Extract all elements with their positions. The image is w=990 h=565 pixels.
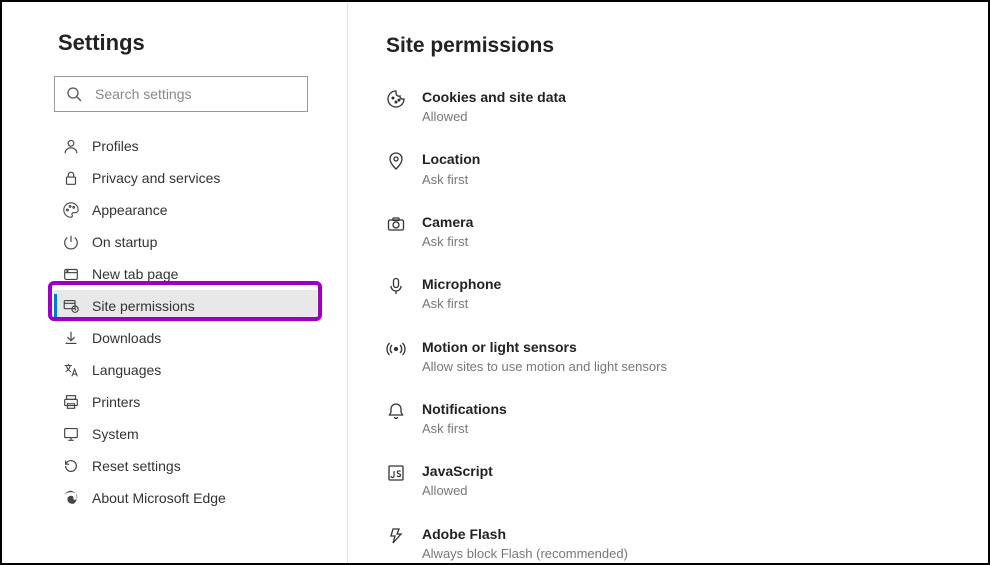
sidebar-item-site-permissions[interactable]: Site permissions bbox=[54, 290, 317, 322]
languages-icon bbox=[62, 361, 80, 379]
page-title: Site permissions bbox=[386, 34, 958, 58]
permission-title: Microphone bbox=[422, 275, 501, 293]
edge-icon bbox=[62, 489, 80, 507]
permission-title: JavaScript bbox=[422, 462, 493, 480]
camera-icon bbox=[386, 214, 406, 234]
sidebar-item-profiles[interactable]: Profiles bbox=[54, 130, 317, 162]
sidebar-item-label: Profiles bbox=[92, 138, 139, 154]
microphone-icon bbox=[386, 276, 406, 296]
permission-cookies[interactable]: Cookies and site data Allowed bbox=[386, 88, 958, 126]
sidebar-item-label: New tab page bbox=[92, 266, 178, 282]
palette-icon bbox=[62, 201, 80, 219]
sidebar-item-downloads[interactable]: Downloads bbox=[54, 322, 317, 354]
permission-microphone[interactable]: Microphone Ask first bbox=[386, 275, 958, 313]
sidebar-item-system[interactable]: System bbox=[54, 418, 317, 450]
permission-motion-sensors[interactable]: Motion or light sensors Allow sites to u… bbox=[386, 338, 958, 376]
printer-icon bbox=[62, 393, 80, 411]
permission-title: Adobe Flash bbox=[422, 525, 628, 543]
sidebar-item-label: Languages bbox=[92, 362, 161, 378]
permission-status: Ask first bbox=[422, 171, 480, 189]
sidebar-item-label: Downloads bbox=[92, 330, 161, 346]
sidebar-item-label: Printers bbox=[92, 394, 140, 410]
sidebar-item-privacy[interactable]: Privacy and services bbox=[54, 162, 317, 194]
permission-status: Ask first bbox=[422, 233, 473, 251]
search-icon bbox=[66, 86, 82, 102]
permission-title: Camera bbox=[422, 213, 473, 231]
sidebar-item-reset[interactable]: Reset settings bbox=[54, 450, 317, 482]
permission-title: Motion or light sensors bbox=[422, 338, 667, 356]
permission-status: Always block Flash (recommended) bbox=[422, 545, 628, 563]
sidebar-item-languages[interactable]: Languages bbox=[54, 354, 317, 386]
sidebar-item-printers[interactable]: Printers bbox=[54, 386, 317, 418]
sensor-icon bbox=[386, 339, 406, 359]
permission-title: Location bbox=[422, 150, 480, 168]
permission-title: Cookies and site data bbox=[422, 88, 566, 106]
location-icon bbox=[386, 151, 406, 171]
permission-status: Allowed bbox=[422, 108, 566, 126]
permission-location[interactable]: Location Ask first bbox=[386, 150, 958, 188]
sidebar-item-newtab[interactable]: New tab page bbox=[54, 258, 317, 290]
sidebar-item-appearance[interactable]: Appearance bbox=[54, 194, 317, 226]
sidebar-item-onstartup[interactable]: On startup bbox=[54, 226, 317, 258]
settings-nav: Profiles Privacy and services Appearance bbox=[54, 130, 317, 514]
cookie-icon bbox=[386, 89, 406, 109]
permission-camera[interactable]: Camera Ask first bbox=[386, 213, 958, 251]
sidebar-item-label: System bbox=[92, 426, 139, 442]
download-icon bbox=[62, 329, 80, 347]
permission-status: Ask first bbox=[422, 295, 501, 313]
permission-status: Allow sites to use motion and light sens… bbox=[422, 358, 667, 376]
system-icon bbox=[62, 425, 80, 443]
search-input[interactable] bbox=[54, 76, 308, 112]
sidebar-item-label: Site permissions bbox=[92, 298, 195, 314]
permission-title: Notifications bbox=[422, 400, 507, 418]
permission-flash[interactable]: Adobe Flash Always block Flash (recommen… bbox=[386, 525, 958, 563]
permission-status: Ask first bbox=[422, 420, 507, 438]
sidebar-item-label: Reset settings bbox=[92, 458, 181, 474]
javascript-icon bbox=[386, 463, 406, 483]
person-icon bbox=[62, 137, 80, 155]
sidebar-item-label: Appearance bbox=[92, 202, 168, 218]
lock-icon bbox=[62, 169, 80, 187]
sidebar-item-label: On startup bbox=[92, 234, 157, 250]
sidebar-item-label: About Microsoft Edge bbox=[92, 490, 226, 506]
permission-status: Allowed bbox=[422, 482, 493, 500]
settings-sidebar: Settings Profiles bbox=[2, 2, 348, 563]
settings-title: Settings bbox=[58, 30, 317, 56]
permission-notifications[interactable]: Notifications Ask first bbox=[386, 400, 958, 438]
search-wrapper bbox=[54, 76, 317, 112]
newtab-icon bbox=[62, 265, 80, 283]
power-icon bbox=[62, 233, 80, 251]
sidebar-item-label: Privacy and services bbox=[92, 170, 220, 186]
bell-icon bbox=[386, 401, 406, 421]
sidebar-item-about[interactable]: About Microsoft Edge bbox=[54, 482, 317, 514]
permissions-list: Cookies and site data Allowed Location A… bbox=[386, 88, 958, 563]
reset-icon bbox=[62, 457, 80, 475]
permission-javascript[interactable]: JavaScript Allowed bbox=[386, 462, 958, 500]
permissions-icon bbox=[62, 297, 80, 315]
main-panel: Site permissions Cookies and site data A… bbox=[348, 2, 988, 563]
flash-icon bbox=[386, 526, 406, 546]
